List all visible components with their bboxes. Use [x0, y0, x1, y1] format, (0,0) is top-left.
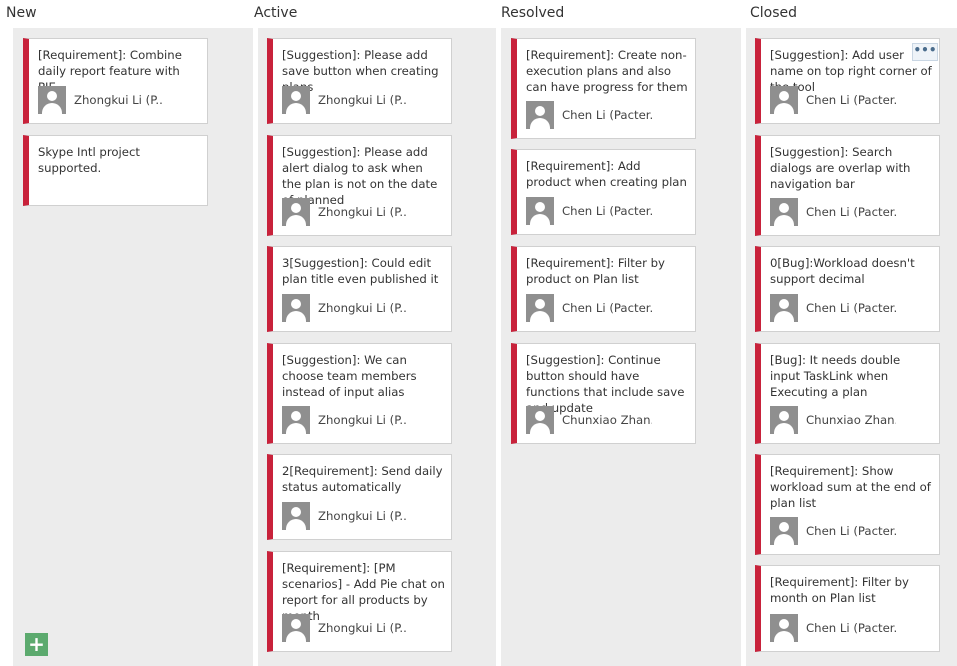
column-header-resolved: Resolved [501, 5, 565, 21]
assignee: Zhongkui Li (P... [38, 86, 203, 114]
assignee: Zhongkui Li (P... [282, 294, 447, 322]
card-title[interactable]: [Requirement]: Create non-execution plan… [526, 47, 689, 95]
card-title[interactable]: [Bug]: It needs double input TaskLink wh… [770, 352, 933, 400]
assignee-name: Zhongkui Li (P... [318, 621, 408, 635]
assignee: Chen Li (Pacter... [770, 294, 935, 322]
card-title[interactable]: [Requirement]: Filter by product on Plan… [526, 255, 689, 287]
assignee: Zhongkui Li (P... [282, 614, 447, 642]
assignee-name: Chen Li (Pacter... [562, 204, 652, 218]
avatar [282, 86, 310, 114]
assignee-name: Zhongkui Li (P... [318, 93, 408, 107]
avatar [282, 198, 310, 226]
assignee: Zhongkui Li (P... [282, 406, 447, 434]
card-title[interactable]: [Requirement]: Filter by month on Plan l… [770, 574, 933, 606]
assignee: Zhongkui Li (P... [282, 198, 447, 226]
work-item-card[interactable]: [Suggestion]: Please add save button whe… [267, 38, 452, 124]
assignee-name: Zhongkui Li (P... [318, 301, 408, 315]
column-header-new: New [6, 5, 37, 21]
work-item-card[interactable]: [Suggestion]: We can choose team members… [267, 343, 452, 444]
more-options-button[interactable]: ••• [912, 43, 938, 61]
assignee-name: Chen Li (Pacter... [806, 621, 896, 635]
assignee: Chen Li (Pacter... [770, 614, 935, 642]
assignee-name: Chen Li (Pacter... [562, 108, 652, 122]
work-item-card[interactable]: [Requirement]: Add product when creating… [511, 149, 696, 235]
avatar [770, 294, 798, 322]
assignee-name: Chunxiao Zhan... [806, 413, 896, 427]
work-item-card[interactable]: Skype Intl project supported. [23, 135, 208, 206]
work-item-card[interactable]: [Requirement]: Combine daily report feat… [23, 38, 208, 124]
card-title[interactable]: Skype Intl project supported. [38, 144, 201, 176]
assignee: Chunxiao Zhan... [770, 406, 935, 434]
column-header-closed: Closed [750, 5, 798, 21]
avatar [38, 86, 66, 114]
avatar [770, 517, 798, 545]
card-title[interactable]: [Suggestion]: We can choose team members… [282, 352, 445, 400]
work-item-card[interactable]: 3[Suggestion]: Could edit plan title eve… [267, 246, 452, 332]
assignee: Chunxiao Zhan... [526, 406, 691, 434]
assignee: Zhongkui Li (P... [282, 86, 447, 114]
work-item-card[interactable]: [Requirement]: [PM scenarios] - Add Pie … [267, 551, 452, 652]
work-item-card[interactable]: [Requirement]: Filter by product on Plan… [511, 246, 696, 332]
avatar [770, 614, 798, 642]
work-item-card[interactable]: 0[Bug]:Workload doesn't support decimal … [755, 246, 940, 332]
work-item-card[interactable]: [Requirement]: Show workload sum at the … [755, 454, 940, 555]
assignee: Chen Li (Pacter... [770, 198, 935, 226]
card-title[interactable]: [Requirement]: Add product when creating… [526, 158, 689, 190]
avatar [526, 197, 554, 225]
assignee: Zhongkui Li (P... [282, 502, 447, 530]
column-header-active: Active [254, 5, 298, 21]
assignee-name: Chen Li (Pacter... [806, 93, 896, 107]
assignee-name: Chen Li (Pacter... [806, 301, 896, 315]
add-item-button[interactable]: + [25, 633, 48, 656]
avatar [770, 198, 798, 226]
assignee-name: Zhongkui Li (P... [74, 93, 164, 107]
assignee-name: Zhongkui Li (P... [318, 509, 408, 523]
avatar [526, 101, 554, 129]
avatar [282, 406, 310, 434]
assignee-name: Zhongkui Li (P... [318, 205, 408, 219]
card-title[interactable]: [Requirement]: Show workload sum at the … [770, 463, 933, 511]
assignee-name: Chen Li (Pacter... [562, 301, 652, 315]
avatar [770, 406, 798, 434]
work-item-card[interactable]: [Suggestion]: Please add alert dialog to… [267, 135, 452, 236]
assignee: Chen Li (Pacter... [526, 197, 691, 225]
card-title[interactable]: 2[Requirement]: Send daily status automa… [282, 463, 445, 495]
work-item-card[interactable]: [Suggestion]: Add user name on top right… [755, 38, 940, 124]
work-item-card[interactable]: [Suggestion]: Continue button should hav… [511, 343, 696, 444]
assignee-name: Chunxiao Zhan... [562, 413, 652, 427]
avatar [526, 406, 554, 434]
assignee: Chen Li (Pacter... [770, 86, 935, 114]
avatar [282, 294, 310, 322]
card-title[interactable]: [Suggestion]: Search dialogs are overlap… [770, 144, 933, 192]
work-item-card[interactable]: [Requirement]: Create non-execution plan… [511, 38, 696, 139]
work-item-card[interactable]: [Bug]: It needs double input TaskLink wh… [755, 343, 940, 444]
assignee: Chen Li (Pacter... [526, 294, 691, 322]
avatar [282, 502, 310, 530]
card-title[interactable]: 0[Bug]:Workload doesn't support decimal [770, 255, 933, 287]
avatar [770, 86, 798, 114]
assignee-name: Zhongkui Li (P... [318, 413, 408, 427]
work-item-card[interactable]: [Requirement]: Filter by month on Plan l… [755, 565, 940, 652]
assignee-name: Chen Li (Pacter... [806, 524, 896, 538]
avatar [526, 294, 554, 322]
work-item-card[interactable]: [Suggestion]: Search dialogs are overlap… [755, 135, 940, 236]
work-item-card[interactable]: 2[Requirement]: Send daily status automa… [267, 454, 452, 540]
card-title[interactable]: 3[Suggestion]: Could edit plan title eve… [282, 255, 445, 287]
assignee: Chen Li (Pacter... [526, 101, 691, 129]
avatar [282, 614, 310, 642]
assignee-name: Chen Li (Pacter... [806, 205, 896, 219]
assignee: Chen Li (Pacter... [770, 517, 935, 545]
